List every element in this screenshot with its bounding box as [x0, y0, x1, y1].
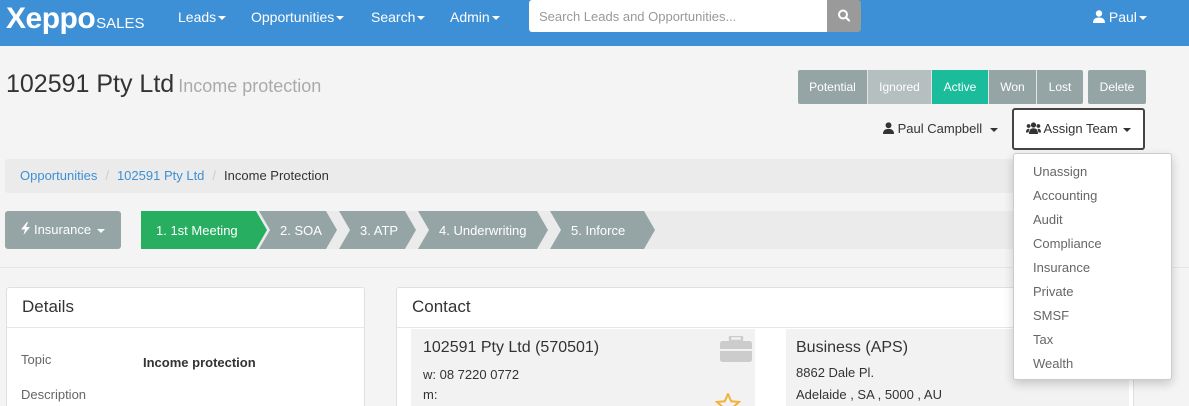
caret-down-icon [417, 16, 426, 21]
assign-team-button[interactable]: Assign Team [1012, 108, 1145, 150]
stage-soa[interactable]: 2. SOA [259, 211, 337, 249]
menu-item-smsf[interactable]: SMSF [1014, 304, 1171, 328]
status-lost-button[interactable]: Lost [1037, 70, 1083, 104]
owner-name: Paul Campbell [897, 121, 983, 136]
brand-name: Xeppo [6, 2, 96, 35]
brand-suffix: SALES [96, 15, 145, 32]
caret-down-icon [96, 228, 105, 233]
caret-down-icon [1138, 16, 1147, 21]
contact-work-phone: w: 08 7220 0772 [423, 367, 520, 382]
details-panel-title: Details [7, 288, 364, 328]
nav-leads[interactable]: Leads [178, 0, 227, 34]
status-won-button[interactable]: Won [989, 70, 1037, 104]
topic-value: Income protection [143, 355, 256, 370]
stage-inforce[interactable]: 5. Inforce [550, 211, 655, 249]
user-icon [883, 122, 894, 134]
menu-item-wealth[interactable]: Wealth [1014, 352, 1171, 376]
stage-underwriting-label: 4. Underwriting [439, 223, 526, 238]
caret-down-icon [218, 16, 227, 21]
user-menu[interactable]: Paul [1093, 0, 1147, 34]
breadcrumb: Opportunities / 102591 Pty Ltd / Income Prot… [5, 159, 1015, 193]
stage-underwriting[interactable]: 4. Underwriting [418, 211, 548, 249]
menu-item-accounting[interactable]: Accounting [1014, 184, 1171, 208]
stage-soa-label: 2. SOA [280, 223, 322, 238]
search-bar [529, 0, 861, 32]
assign-team-menu: Unassign Accounting Audit Compliance Ins… [1013, 153, 1172, 380]
search-icon [838, 9, 851, 22]
category-dropdown[interactable]: Insurance [5, 211, 121, 249]
contact-mobile-phone: m: [423, 387, 438, 402]
stage-atp-label: 3. ATP [360, 223, 398, 238]
status-ignored-button[interactable]: Ignored [868, 70, 932, 104]
business-address-line1: 8862 Dale Pl. [796, 365, 875, 380]
breadcrumb-separator: / [105, 168, 109, 183]
status-active-button[interactable]: Active [932, 70, 989, 104]
stage-inforce-label: 5. Inforce [571, 223, 625, 238]
caret-down-icon [1123, 127, 1132, 132]
contact-company-card: 102591 Pty Ltd (570501) w: 08 7220 0772 … [411, 329, 755, 406]
status-potential-button[interactable]: Potential [798, 70, 868, 104]
nav-search[interactable]: Search [371, 0, 426, 34]
user-name: Paul [1108, 9, 1137, 25]
user-icon [1093, 10, 1105, 23]
users-icon [1025, 122, 1041, 134]
menu-item-compliance[interactable]: Compliance [1014, 232, 1171, 256]
nav-admin[interactable]: Admin [450, 0, 500, 34]
star-icon[interactable] [715, 393, 741, 406]
menu-item-audit[interactable]: Audit [1014, 208, 1171, 232]
opportunity-title: 102591 Pty Ltd [6, 70, 175, 98]
details-panel: Details Topic Income protection Descript… [6, 287, 365, 406]
topic-label: Topic [21, 352, 52, 367]
stage-atp[interactable]: 3. ATP [339, 211, 416, 249]
status-button-group: Potential Ignored Active Won Lost [798, 70, 1083, 104]
breadcrumb-current: Income Protection [224, 168, 329, 183]
search-button[interactable] [827, 0, 861, 32]
category-label: Insurance [33, 222, 92, 237]
search-input[interactable] [529, 0, 827, 32]
pipeline-stages: 1. 1st Meeting 2. SOA 3. ATP 4. Underwri… [141, 211, 1021, 249]
caret-down-icon [989, 127, 998, 132]
nav-search-label: Search [371, 9, 416, 25]
briefcase-icon [720, 336, 752, 362]
nav-leads-label: Leads [178, 9, 217, 25]
breadcrumb-opportunities-link[interactable]: Opportunities [20, 168, 97, 183]
business-address-line2: Adelaide , SA , 5000 , AU [796, 387, 942, 402]
caret-down-icon [336, 16, 345, 21]
assign-team-label: Assign Team [1043, 121, 1118, 136]
brand-logo[interactable]: Xeppo SALES [6, 2, 145, 36]
menu-item-private[interactable]: Private [1014, 280, 1171, 304]
lightning-icon [21, 222, 31, 235]
stage-1st-meeting-label: 1. 1st Meeting [156, 223, 238, 238]
business-type: Business (APS) [796, 339, 909, 356]
nav-opportunities[interactable]: Opportunities [251, 0, 345, 34]
menu-item-insurance[interactable]: Insurance [1014, 256, 1171, 280]
menu-item-unassign[interactable]: Unassign [1014, 160, 1171, 184]
top-navbar: Xeppo SALES Leads Opportunities Search A… [0, 0, 1189, 46]
owner-dropdown[interactable]: Paul Campbell [883, 121, 998, 136]
nav-admin-label: Admin [450, 9, 490, 25]
contact-name[interactable]: 102591 Pty Ltd (570501) [423, 339, 599, 357]
stage-1st-meeting[interactable]: 1. 1st Meeting [141, 211, 267, 249]
delete-button[interactable]: Delete [1088, 70, 1146, 104]
breadcrumb-company-link[interactable]: 102591 Pty Ltd [117, 168, 204, 183]
nav-opportunities-label: Opportunities [251, 9, 335, 25]
menu-item-tax[interactable]: Tax [1014, 328, 1171, 352]
page-title: 102591 Pty Ltd Income protection [6, 70, 321, 99]
opportunity-subtitle: Income protection [178, 76, 322, 96]
description-label: Description [21, 387, 87, 402]
breadcrumb-separator: / [212, 168, 217, 183]
caret-down-icon [491, 16, 500, 21]
